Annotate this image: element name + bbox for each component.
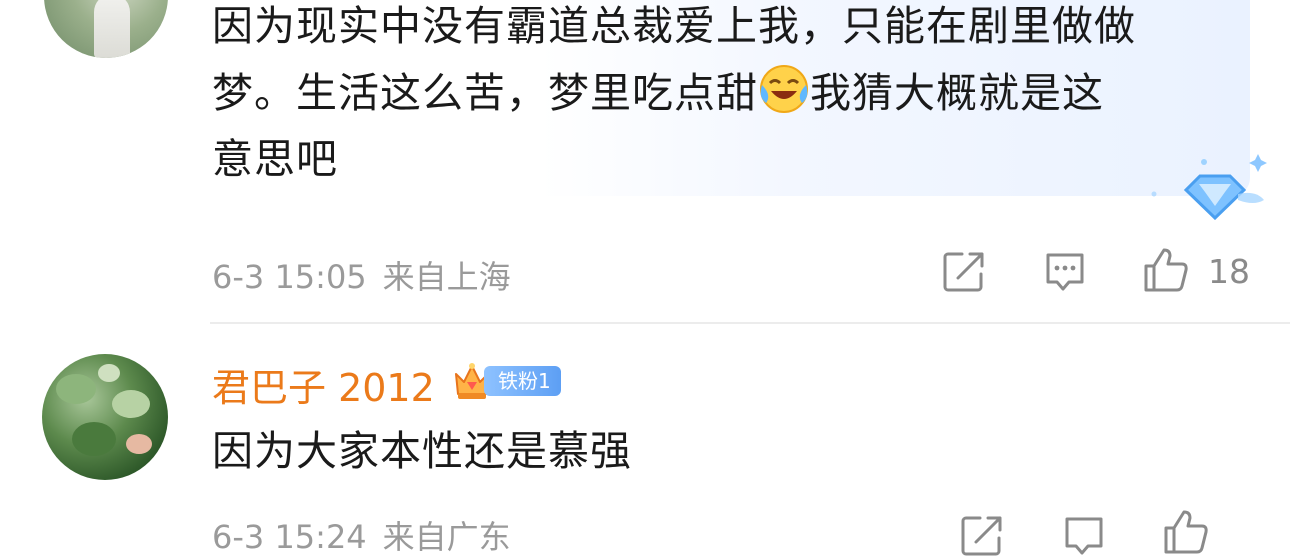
comment-text: 因为大家本性还是慕强 (212, 427, 632, 475)
comment-location: 来自上海 (382, 258, 511, 296)
comment-icon[interactable] (1043, 250, 1087, 294)
thumbs-up-icon[interactable] (1162, 508, 1210, 556)
comment-meta: 6-3 15:05 来自上海 (212, 252, 511, 298)
comment-text-line-2: 梦。生活这么苦，梦里吃点甜 我猜大概就是这 (212, 62, 1104, 124)
avatar[interactable] (42, 354, 168, 480)
like-count: 18 (1208, 252, 1250, 291)
comment-text-part-2: 我猜大概就是这 (810, 69, 1104, 117)
comment-text-line-3: 意思吧 (212, 135, 338, 183)
badge-label: 铁粉1 (484, 366, 561, 396)
comment-text-part-1: 梦。生活这么苦，梦里吃点甜 (212, 69, 758, 117)
fan-badge[interactable]: 铁粉1 (450, 360, 561, 402)
comment-meta: 6-3 15:24 来自广东 (212, 512, 511, 558)
divider (210, 322, 1290, 324)
comment-text-line-1: 因为现实中没有霸道总裁爱上我，只能在剧里做做 (212, 2, 1136, 50)
comment-location: 来自广东 (382, 518, 511, 556)
share-icon[interactable] (960, 514, 1004, 558)
share-icon[interactable] (942, 250, 986, 294)
thumbs-up-icon[interactable] (1142, 246, 1190, 294)
laugh-cry-emoji-icon (760, 65, 808, 113)
avatar[interactable] (44, 0, 168, 58)
comment-icon[interactable] (1062, 514, 1106, 558)
comment-time: 6-3 15:05 (212, 258, 367, 296)
username[interactable]: 君巴子 2012 (212, 357, 435, 412)
diamond-icon (1151, 154, 1267, 220)
comment-time: 6-3 15:24 (212, 518, 367, 556)
